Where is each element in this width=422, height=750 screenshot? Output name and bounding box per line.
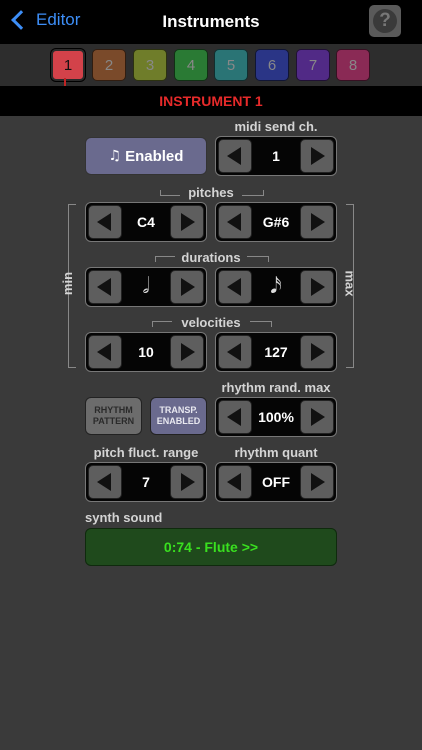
duration-max-increment-button[interactable] — [300, 270, 334, 304]
pitch-max-stepper: G#6 — [215, 202, 337, 242]
transp-enabled-line1: TRANSP. — [159, 405, 198, 415]
midi-increment-button[interactable] — [300, 139, 334, 173]
rhythm-pattern-button[interactable]: RHYTHM PATTERN — [85, 397, 142, 435]
arrow-left-icon — [97, 473, 111, 491]
arrow-right-icon — [311, 473, 325, 491]
arrow-left-icon — [97, 278, 111, 296]
velocity-max-increment-button[interactable] — [300, 335, 334, 369]
help-button[interactable]: ? — [369, 5, 401, 37]
arrow-left-icon — [227, 147, 241, 165]
velocity-max-decrement-button[interactable] — [218, 335, 252, 369]
min-side-label: min — [60, 271, 76, 296]
tab-instrument-4[interactable]: 4 — [174, 49, 208, 81]
pitch-min-stepper: C4 — [85, 202, 207, 242]
midi-channel-stepper: 1 — [215, 136, 337, 176]
tab-instrument-1[interactable]: 1 — [51, 49, 85, 81]
pitch-fluct-increment-button[interactable] — [170, 465, 204, 499]
pitch-min-increment-button[interactable] — [170, 205, 204, 239]
pitch-fluct-decrement-button[interactable] — [88, 465, 122, 499]
pitch-min-decrement-button[interactable] — [88, 205, 122, 239]
pitch-max-increment-button[interactable] — [300, 205, 334, 239]
transp-enabled-line2: ENABLED — [156, 416, 201, 426]
rhythm-rand-stepper: 100% — [215, 397, 337, 437]
music-note-icon: ♫ — [108, 148, 122, 164]
synth-sound-button[interactable]: 0:74 - Flute >> — [85, 528, 337, 566]
midi-channel-label: midi send ch. — [234, 119, 318, 134]
pitch-min-value: C4 — [137, 214, 155, 230]
tab-instrument-6[interactable]: 6 — [255, 49, 289, 81]
tab-instrument-5[interactable]: 5 — [214, 49, 248, 81]
help-icon: ? — [373, 9, 397, 33]
arrow-right-icon — [311, 408, 325, 426]
rhythm-quant-value: OFF — [262, 474, 290, 490]
pitch-fluct-label: pitch fluct. range — [93, 445, 199, 460]
arrow-right-icon — [181, 343, 195, 361]
velocity-min-decrement-button[interactable] — [88, 335, 122, 369]
enabled-toggle-button[interactable]: ♫ Enabled — [85, 137, 207, 175]
rhythm-rand-value: 100% — [258, 409, 294, 425]
pitch-max-decrement-button[interactable] — [218, 205, 252, 239]
arrow-right-icon — [181, 213, 195, 231]
tab-pointer — [64, 78, 74, 86]
arrow-left-icon — [227, 278, 241, 296]
synth-sound-label: synth sound — [85, 510, 163, 525]
velocities-label: velocities — [172, 315, 250, 330]
rhythm-quant-increment-button[interactable] — [300, 465, 334, 499]
pitches-label: pitches — [180, 185, 242, 200]
velocity-min-stepper: 10 — [85, 332, 207, 372]
arrow-left-icon — [97, 213, 111, 231]
half-note-icon: 𝅗𝅥 — [142, 274, 150, 299]
rhythm-rand-increment-button[interactable] — [300, 400, 334, 434]
duration-min-decrement-button[interactable] — [88, 270, 122, 304]
tab-instrument-3[interactable]: 3 — [133, 49, 167, 81]
duration-max-stepper: 𝅘𝅥𝅯 — [215, 267, 337, 307]
arrow-right-icon — [181, 473, 195, 491]
tab-instrument-2[interactable]: 2 — [92, 49, 126, 81]
tab-instrument-8[interactable]: 8 — [336, 49, 370, 81]
sixteenth-note-icon: 𝅘𝅥𝅯 — [270, 274, 282, 299]
rhythm-pattern-line2: PATTERN — [92, 416, 135, 426]
midi-channel-value: 1 — [272, 148, 280, 164]
rhythm-rand-decrement-button[interactable] — [218, 400, 252, 434]
arrow-left-icon — [227, 343, 241, 361]
velocity-max-stepper: 127 — [215, 332, 337, 372]
arrow-right-icon — [311, 343, 325, 361]
pitch-fluct-value: 7 — [142, 474, 150, 490]
arrow-left-icon — [227, 213, 241, 231]
arrow-left-icon — [97, 343, 111, 361]
pitch-max-value: G#6 — [262, 214, 290, 230]
velocity-min-increment-button[interactable] — [170, 335, 204, 369]
max-side-label: max — [342, 270, 358, 297]
duration-min-stepper: 𝅗𝅥 — [85, 267, 207, 307]
midi-decrement-button[interactable] — [218, 139, 252, 173]
rhythm-pattern-line1: RHYTHM — [94, 405, 133, 415]
duration-max-decrement-button[interactable] — [218, 270, 252, 304]
arrow-right-icon — [181, 278, 195, 296]
durations-label: durations — [175, 250, 247, 265]
page-title: Instruments — [162, 12, 260, 31]
arrow-right-icon — [311, 213, 325, 231]
enabled-label: Enabled — [125, 147, 184, 165]
velocity-min-value: 10 — [138, 344, 154, 360]
rhythm-quant-decrement-button[interactable] — [218, 465, 252, 499]
tab-instrument-7[interactable]: 7 — [296, 49, 330, 81]
pitch-fluct-stepper: 7 — [85, 462, 207, 502]
rhythm-quant-label: rhythm quant — [234, 445, 318, 460]
rhythm-quant-stepper: OFF — [215, 462, 337, 502]
nav-bar: Editor Instruments ? — [0, 0, 422, 44]
duration-min-increment-button[interactable] — [170, 270, 204, 304]
velocity-max-value: 127 — [264, 344, 288, 360]
transp-enabled-button[interactable]: TRANSP. ENABLED — [150, 397, 207, 435]
rhythm-rand-label: rhythm rand. max — [221, 380, 331, 395]
arrow-left-icon — [227, 408, 241, 426]
arrow-right-icon — [311, 278, 325, 296]
arrow-right-icon — [311, 147, 325, 165]
arrow-left-icon — [227, 473, 241, 491]
instrument-title: INSTRUMENT 1 — [0, 86, 422, 116]
